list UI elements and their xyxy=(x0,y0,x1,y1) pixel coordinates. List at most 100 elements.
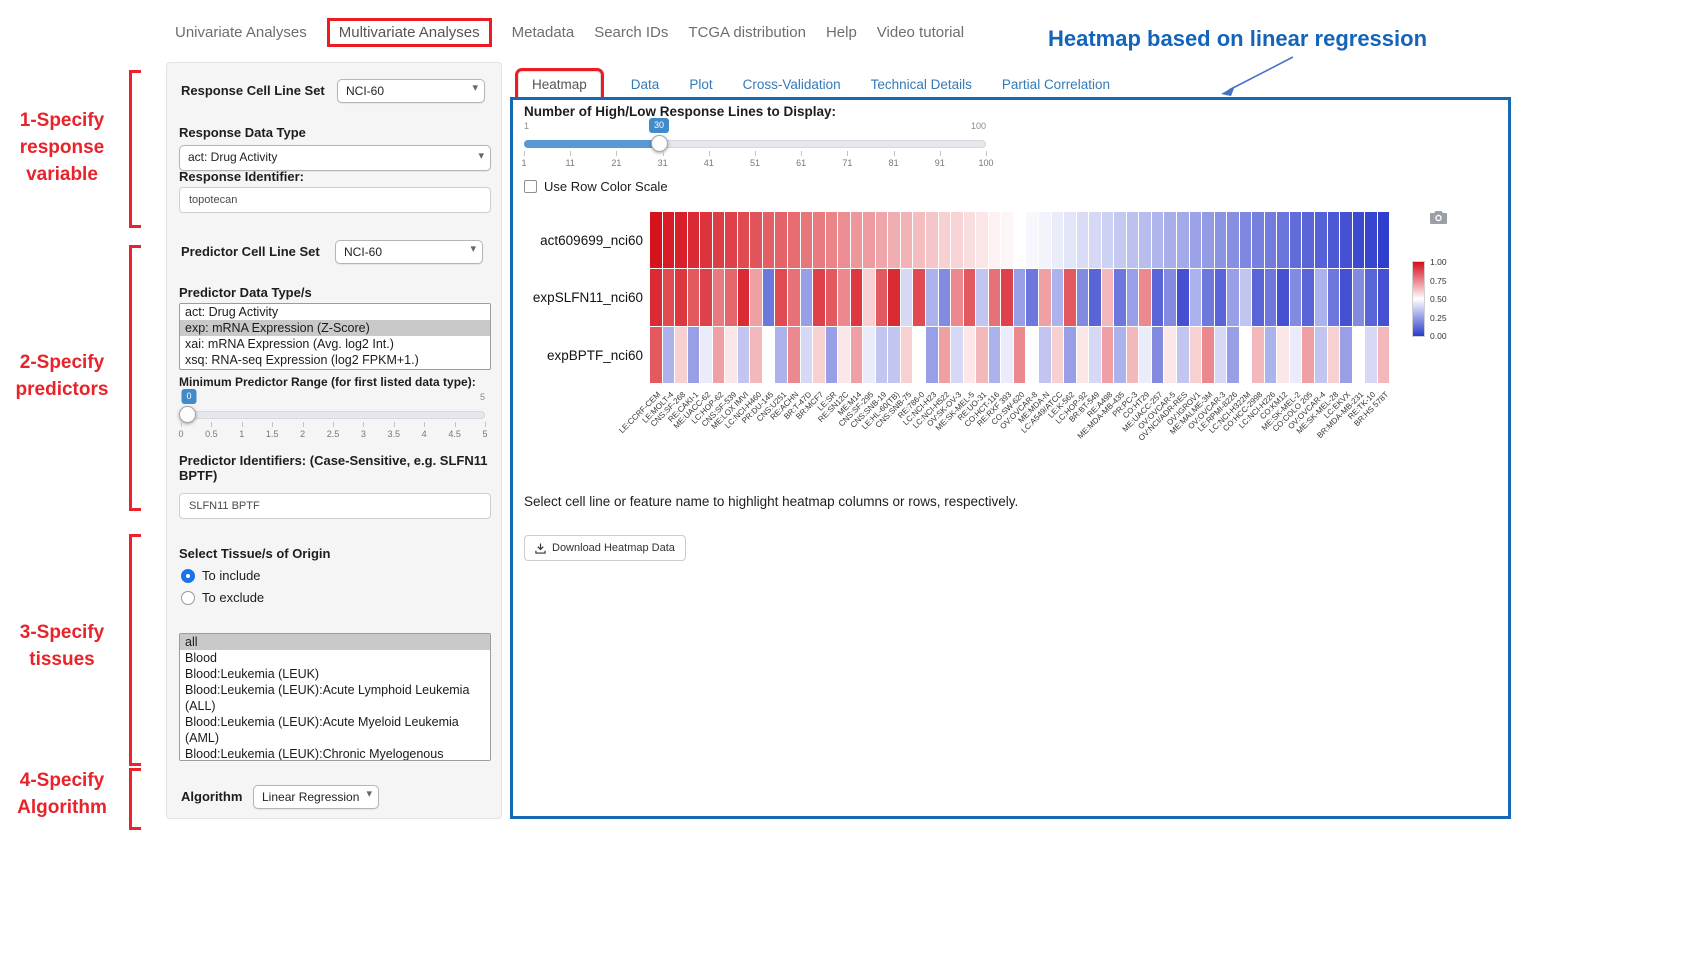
heatmap-cell[interactable] xyxy=(775,269,787,325)
heatmap-cell[interactable] xyxy=(1227,327,1239,383)
heatmap-cell[interactable] xyxy=(1026,327,1038,383)
heatmap-cell[interactable] xyxy=(1252,327,1264,383)
heatmap-cell[interactable] xyxy=(788,327,800,383)
heatmap-cell[interactable] xyxy=(763,269,775,325)
heatmap-cell[interactable] xyxy=(1353,212,1365,268)
heatmap-cell[interactable] xyxy=(1202,269,1214,325)
heatmap-row-label[interactable]: expSLFN11_nci60 xyxy=(498,290,643,305)
heatmap-cell[interactable] xyxy=(1014,327,1026,383)
heatmap-cell[interactable] xyxy=(801,212,813,268)
heatmap-cell[interactable] xyxy=(813,269,825,325)
heatmap-cell[interactable] xyxy=(1114,212,1126,268)
heatmap-cell[interactable] xyxy=(1240,212,1252,268)
tissue-include-radio[interactable]: To include xyxy=(181,568,261,583)
heatmap-cell[interactable] xyxy=(1365,212,1377,268)
heatmap-cell[interactable] xyxy=(1177,327,1189,383)
heatmap-cell[interactable] xyxy=(851,269,863,325)
heatmap-cell[interactable] xyxy=(1328,269,1340,325)
heatmap-cell[interactable] xyxy=(750,269,762,325)
heatmap-cell[interactable] xyxy=(1315,212,1327,268)
heatmap-cell[interactable] xyxy=(788,212,800,268)
heatmap-cell[interactable] xyxy=(1227,269,1239,325)
heatmap-cell[interactable] xyxy=(876,212,888,268)
heatmap-cell[interactable] xyxy=(700,269,712,325)
heatmap-cell[interactable] xyxy=(1164,212,1176,268)
nav-item-search-ids[interactable]: Search IDs xyxy=(594,24,668,41)
heatmap-cell[interactable] xyxy=(700,212,712,268)
heatmap-row-label[interactable]: act609699_nci60 xyxy=(498,233,643,248)
heatmap-cell[interactable] xyxy=(775,212,787,268)
heatmap-cell[interactable] xyxy=(738,212,750,268)
heatmap-cell[interactable] xyxy=(1252,269,1264,325)
predictor-data-type-option[interactable]: exp: mRNA Expression (Z-Score) xyxy=(180,320,490,336)
heatmap-cell[interactable] xyxy=(1039,269,1051,325)
predictor-data-type-option[interactable]: act: Drug Activity xyxy=(180,304,490,320)
heatmap-cell[interactable] xyxy=(750,327,762,383)
heatmap-cell[interactable] xyxy=(1190,327,1202,383)
heatmap-cell[interactable] xyxy=(1215,327,1227,383)
tissue-option[interactable]: Blood xyxy=(180,650,490,666)
heatmap-cell[interactable] xyxy=(1064,269,1076,325)
heatmap-cell[interactable] xyxy=(1290,327,1302,383)
heatmap-cell[interactable] xyxy=(650,269,662,325)
heatmap-cell[interactable] xyxy=(713,212,725,268)
download-heatmap-button[interactable]: Download Heatmap Data xyxy=(524,535,686,561)
heatmap-cell[interactable] xyxy=(913,327,925,383)
heatmap-cell[interactable] xyxy=(913,269,925,325)
heatmap-cell[interactable] xyxy=(1265,327,1277,383)
slider-track[interactable] xyxy=(181,411,485,419)
heatmap-cell[interactable] xyxy=(1102,269,1114,325)
heatmap-cell[interactable] xyxy=(826,327,838,383)
heatmap-cell[interactable] xyxy=(725,327,737,383)
heatmap-cell[interactable] xyxy=(939,212,951,268)
heatmap-cell[interactable] xyxy=(1378,327,1390,383)
heatmap-cell[interactable] xyxy=(1026,212,1038,268)
heatmap-cell[interactable] xyxy=(976,269,988,325)
heatmap-cell[interactable] xyxy=(1001,212,1013,268)
heatmap-cell[interactable] xyxy=(964,212,976,268)
heatmap-cell[interactable] xyxy=(976,327,988,383)
response-identifier-input[interactable] xyxy=(179,187,491,213)
heatmap-cell[interactable] xyxy=(1127,212,1139,268)
heatmap-cell[interactable] xyxy=(838,327,850,383)
heatmap-cell[interactable] xyxy=(700,327,712,383)
heatmap-cell[interactable] xyxy=(1014,212,1026,268)
nav-item-video-tutorial[interactable]: Video tutorial xyxy=(877,24,964,41)
heatmap-cell[interactable] xyxy=(813,212,825,268)
nav-item-univariate-analyses[interactable]: Univariate Analyses xyxy=(175,24,307,41)
tissue-option[interactable]: all xyxy=(180,634,490,650)
heatmap-cell[interactable] xyxy=(951,212,963,268)
heatmap-cell[interactable] xyxy=(1052,212,1064,268)
heatmap-cell[interactable] xyxy=(1202,327,1214,383)
heatmap-cell[interactable] xyxy=(1277,212,1289,268)
heatmap-cell[interactable] xyxy=(675,327,687,383)
heatmap-cell[interactable] xyxy=(1139,212,1151,268)
heatmap-cell[interactable] xyxy=(725,212,737,268)
response-cell-line-set-select[interactable]: NCI-60 ▾ xyxy=(337,79,485,103)
heatmap-cell[interactable] xyxy=(838,212,850,268)
heatmap-cell[interactable] xyxy=(1265,212,1277,268)
heatmap-cell[interactable] xyxy=(725,269,737,325)
min-predictor-range-slider[interactable]: 0 5 00.511.522.533.544.55 xyxy=(181,387,485,447)
heatmap-cell[interactable] xyxy=(888,269,900,325)
heatmap-cell[interactable] xyxy=(851,212,863,268)
heatmap-cell[interactable] xyxy=(851,327,863,383)
heatmap-cell[interactable] xyxy=(650,327,662,383)
heatmap-cell[interactable] xyxy=(1353,327,1365,383)
heatmap-cell[interactable] xyxy=(1089,327,1101,383)
heatmap-cell[interactable] xyxy=(1102,212,1114,268)
tab-data[interactable]: Data xyxy=(631,77,660,92)
heatmap-cell[interactable] xyxy=(1052,269,1064,325)
heatmap-cell[interactable] xyxy=(1001,269,1013,325)
algorithm-select[interactable]: Linear Regression ▾ xyxy=(253,785,379,809)
heatmap-cell[interactable] xyxy=(888,212,900,268)
heatmap-cell[interactable] xyxy=(1064,212,1076,268)
heatmap-cell[interactable] xyxy=(1240,269,1252,325)
heatmap-cell[interactable] xyxy=(1378,212,1390,268)
heatmap-cell[interactable] xyxy=(1290,269,1302,325)
heatmap-cell[interactable] xyxy=(738,269,750,325)
heatmap-cell[interactable] xyxy=(663,269,675,325)
heatmap-cell[interactable] xyxy=(1365,327,1377,383)
heatmap-cell[interactable] xyxy=(813,327,825,383)
predictor-data-types-listbox[interactable]: act: Drug Activityexp: mRNA Expression (… xyxy=(179,303,491,370)
